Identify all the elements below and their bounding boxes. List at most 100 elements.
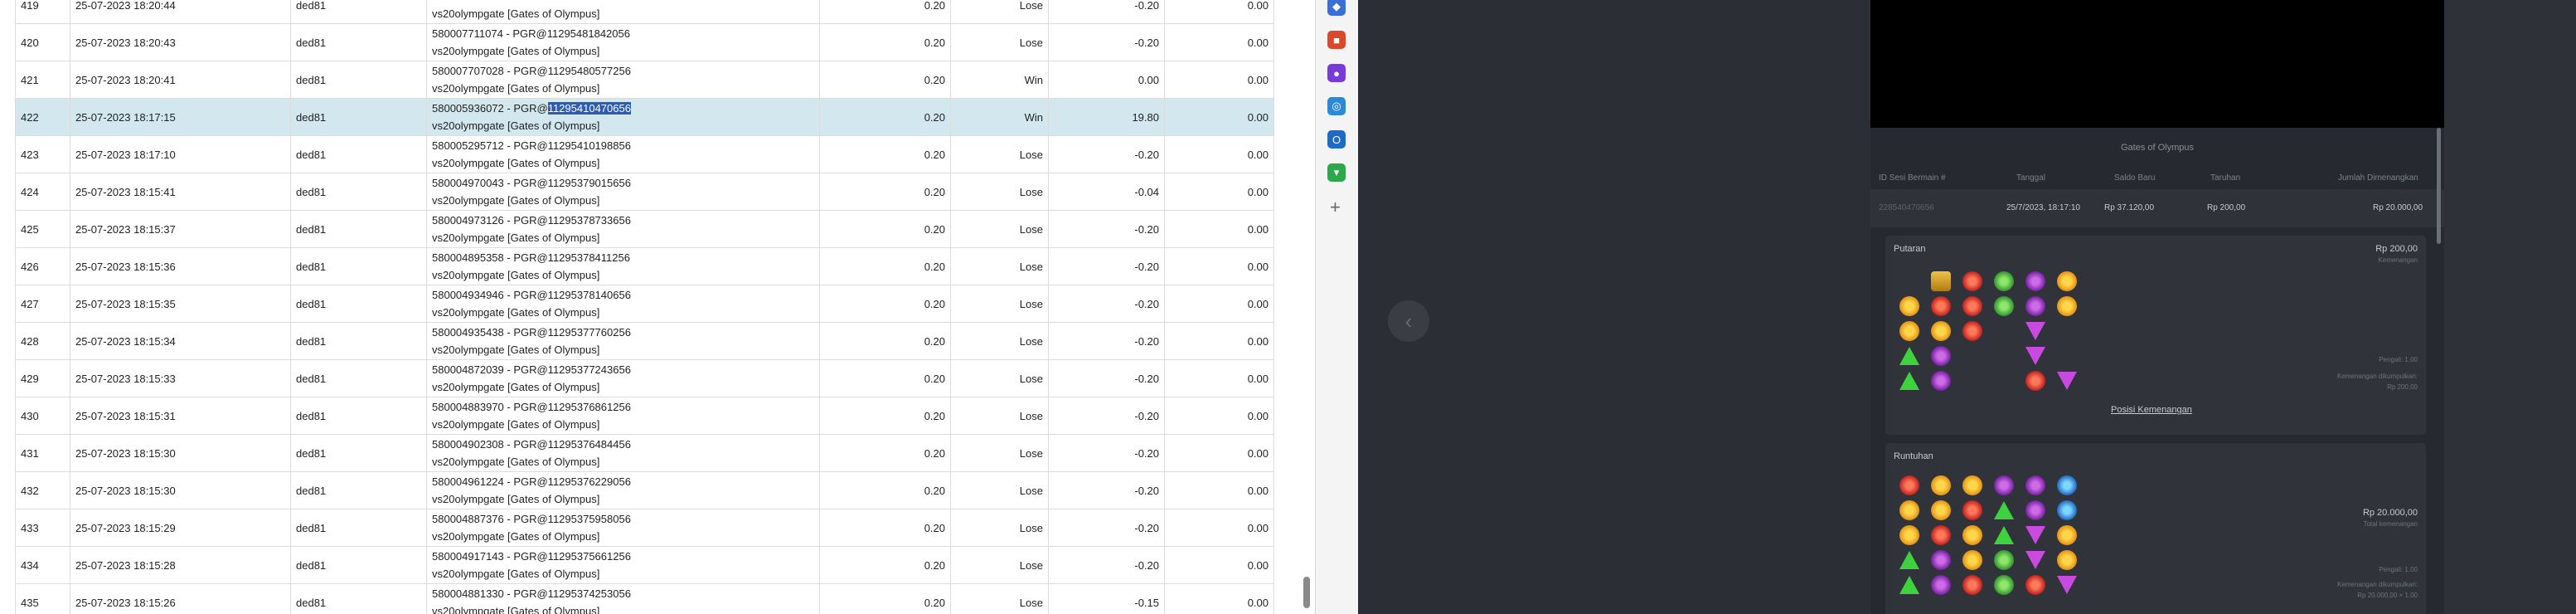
table-row[interactable]: 419 25-07-2023 18:20:44 ded81 vs20olympgate… [15,0,1274,24]
table-row[interactable]: 433 25-07-2023 18:15:29 ded81 580004887376 … [15,509,1274,547]
row-number: 428 [15,322,70,360]
game-name: vs20olympgate [Gates of Olympus] [432,7,600,20]
game-round-id: 580004973126 - PGR@11295378733656 [432,214,631,227]
spin-grid-cell [2020,269,2051,294]
table-row[interactable]: 435 25-07-2023 18:15:26 ded81 580004881330 … [15,583,1274,614]
table-row[interactable]: 421 25-07-2023 18:20:41 ded81 580007707028 … [15,61,1274,99]
row-number: 433 [15,509,70,547]
spin-grid-cell [1957,319,1988,344]
row-number: 421 [15,61,70,99]
selected-text[interactable]: 11295410470656 [547,102,631,115]
table-row[interactable]: 427 25-07-2023 18:15:35 ded81 580004934946 … [15,285,1274,323]
row-user: ded81 [290,247,427,285]
row-result: Lose [950,359,1049,397]
row-balance: 0.00 [1164,285,1274,323]
row-game: 580004935438 - PGR@11295377760256 vs20oly… [426,322,820,360]
spin-grid-cell [1925,269,1957,294]
table-row[interactable]: 434 25-07-2023 18:15:28 ded81 580004917143 … [15,546,1274,584]
cascade-grid-cell [1894,473,1925,498]
table-row[interactable]: 431 25-07-2023 18:15:30 ded81 580004902308 … [15,434,1274,472]
game-round-id: 580004935438 - PGR@11295377760256 [432,326,631,339]
row-win-amount: 0.00 [1048,61,1165,99]
row-date: 25-07-2023 18:15:33 [70,359,291,397]
blue-gem-icon [2057,500,2077,520]
red-gem-icon [1962,271,1982,291]
tag-icon[interactable]: ◆ [1327,0,1346,16]
gold-ring-icon [2057,525,2077,545]
row-win-amount: 19.80 [1048,98,1165,136]
purple-orb-icon [1931,575,1951,595]
cascade-grid-cell [1988,498,2020,523]
row-bet: 0.20 [819,98,951,136]
purple-orb-icon [2025,475,2045,495]
red-gem-icon [2025,371,2045,391]
game-name: vs20olympgate [Gates of Olympus] [432,344,600,356]
row-win-amount: -0.20 [1048,285,1165,323]
cascade-grid-cell [1957,473,1988,498]
row-date: 25-07-2023 18:15:30 [70,434,291,472]
game-round-id: 580004970043 - PGR@11295379015656 [432,177,631,189]
table-row[interactable]: 425 25-07-2023 18:15:37 ded81 580004973126 … [15,210,1274,248]
office-icon[interactable]: ◎ [1327,97,1346,115]
gold-ring-icon [1931,321,1951,341]
table-row[interactable]: 429 25-07-2023 18:15:33 ded81 580004872039 … [15,359,1274,397]
gold-ring-icon [1962,525,1982,545]
toolbox-icon[interactable]: ■ [1327,31,1346,49]
table-row[interactable]: 423 25-07-2023 18:17:10 ded81 580005295712 … [15,135,1274,173]
gold-ring-icon [2057,296,2077,316]
gold-ring-icon [1962,550,1982,570]
gold-ring-icon [1899,321,1919,341]
row-win-amount: -0.20 [1048,546,1165,584]
cascade-grid-cell [1988,473,2020,498]
screen: 419 25-07-2023 18:20:44 ded81 vs20olympgate… [0,0,2576,614]
user-add-icon[interactable]: ● [1327,64,1346,82]
game-round-id: 580004895358 - PGR@11295378411256 [432,251,630,264]
dimmed-page-overlay[interactable]: ‹ [1358,0,1870,614]
table-row[interactable]: 422 25-07-2023 18:17:15 ded81 580005936072 … [15,98,1274,136]
outlook-icon[interactable]: O [1327,130,1346,149]
row-game: 580004887376 - PGR@11295375958056 vs20oly… [426,509,820,547]
total-win-value: Rp 20.000,00 [2373,203,2423,212]
game-round-id: 580005936072 - PGR@ [432,102,548,115]
row-number: 420 [15,23,70,61]
shopping-cart-icon[interactable]: ▾ [1327,163,1346,182]
game-name: vs20olympgate [Gates of Olympus] [432,456,600,468]
row-bet: 0.20 [819,322,951,360]
spin-grid-cell [2020,294,2051,319]
row-bet: 0.20 [819,173,951,211]
row-user: ded81 [290,509,427,547]
row-user: ded81 [290,583,427,614]
table-row[interactable]: 430 25-07-2023 18:15:31 ded81 580004883970 … [15,397,1274,435]
new-balance-value: Rp 37.120,00 [2104,203,2155,212]
row-result: Lose [950,173,1049,211]
panel-scrollbar[interactable] [2437,128,2441,244]
table-row[interactable]: 432 25-07-2023 18:15:30 ded81 580004961224 … [15,471,1274,509]
row-date: 25-07-2023 18:20:41 [70,61,291,99]
row-number: 425 [15,210,70,248]
purple-gem-icon [2057,576,2077,594]
cascade-grid-cell [2020,473,2051,498]
game-name: vs20olympgate [Gates of Olympus] [432,231,600,244]
row-number: 419 [15,0,70,24]
row-result: Lose [950,23,1049,61]
table-row[interactable]: 424 25-07-2023 18:15:41 ded81 580004970043 … [15,173,1274,211]
table-row[interactable]: 426 25-07-2023 18:15:36 ded81 580004895358 … [15,247,1274,285]
spin-grid-cell [2051,319,2083,344]
row-user: ded81 [290,0,427,24]
col-session-id: ID Sesi Bermain # [1879,173,1946,183]
back-arrow-icon[interactable]: ‹ [1388,300,1429,342]
session-id-value: 228540470656 [1879,203,1934,212]
row-game: 580004872039 - PGR@11295377243656 vs20oly… [426,359,820,397]
add-app-icon[interactable]: + [1330,198,1341,217]
table-row[interactable]: 428 25-07-2023 18:15:34 ded81 580004935438 … [15,322,1274,360]
spin-grid-cell [1894,269,1925,294]
cascade-grid-cell [2051,498,2083,523]
spin-amount: Rp 200,00 [2375,244,2418,254]
table-scrollbar[interactable] [1303,577,1310,608]
table-row[interactable]: 420 25-07-2023 18:20:43 ded81 580007711074 … [15,23,1274,61]
row-balance: 0.00 [1164,61,1274,99]
spin-grid-cell [1925,294,1957,319]
row-date: 25-07-2023 18:15:30 [70,471,291,509]
row-date: 25-07-2023 18:15:34 [70,322,291,360]
winning-positions-link[interactable]: Posisi Kemenangan [2111,405,2192,415]
